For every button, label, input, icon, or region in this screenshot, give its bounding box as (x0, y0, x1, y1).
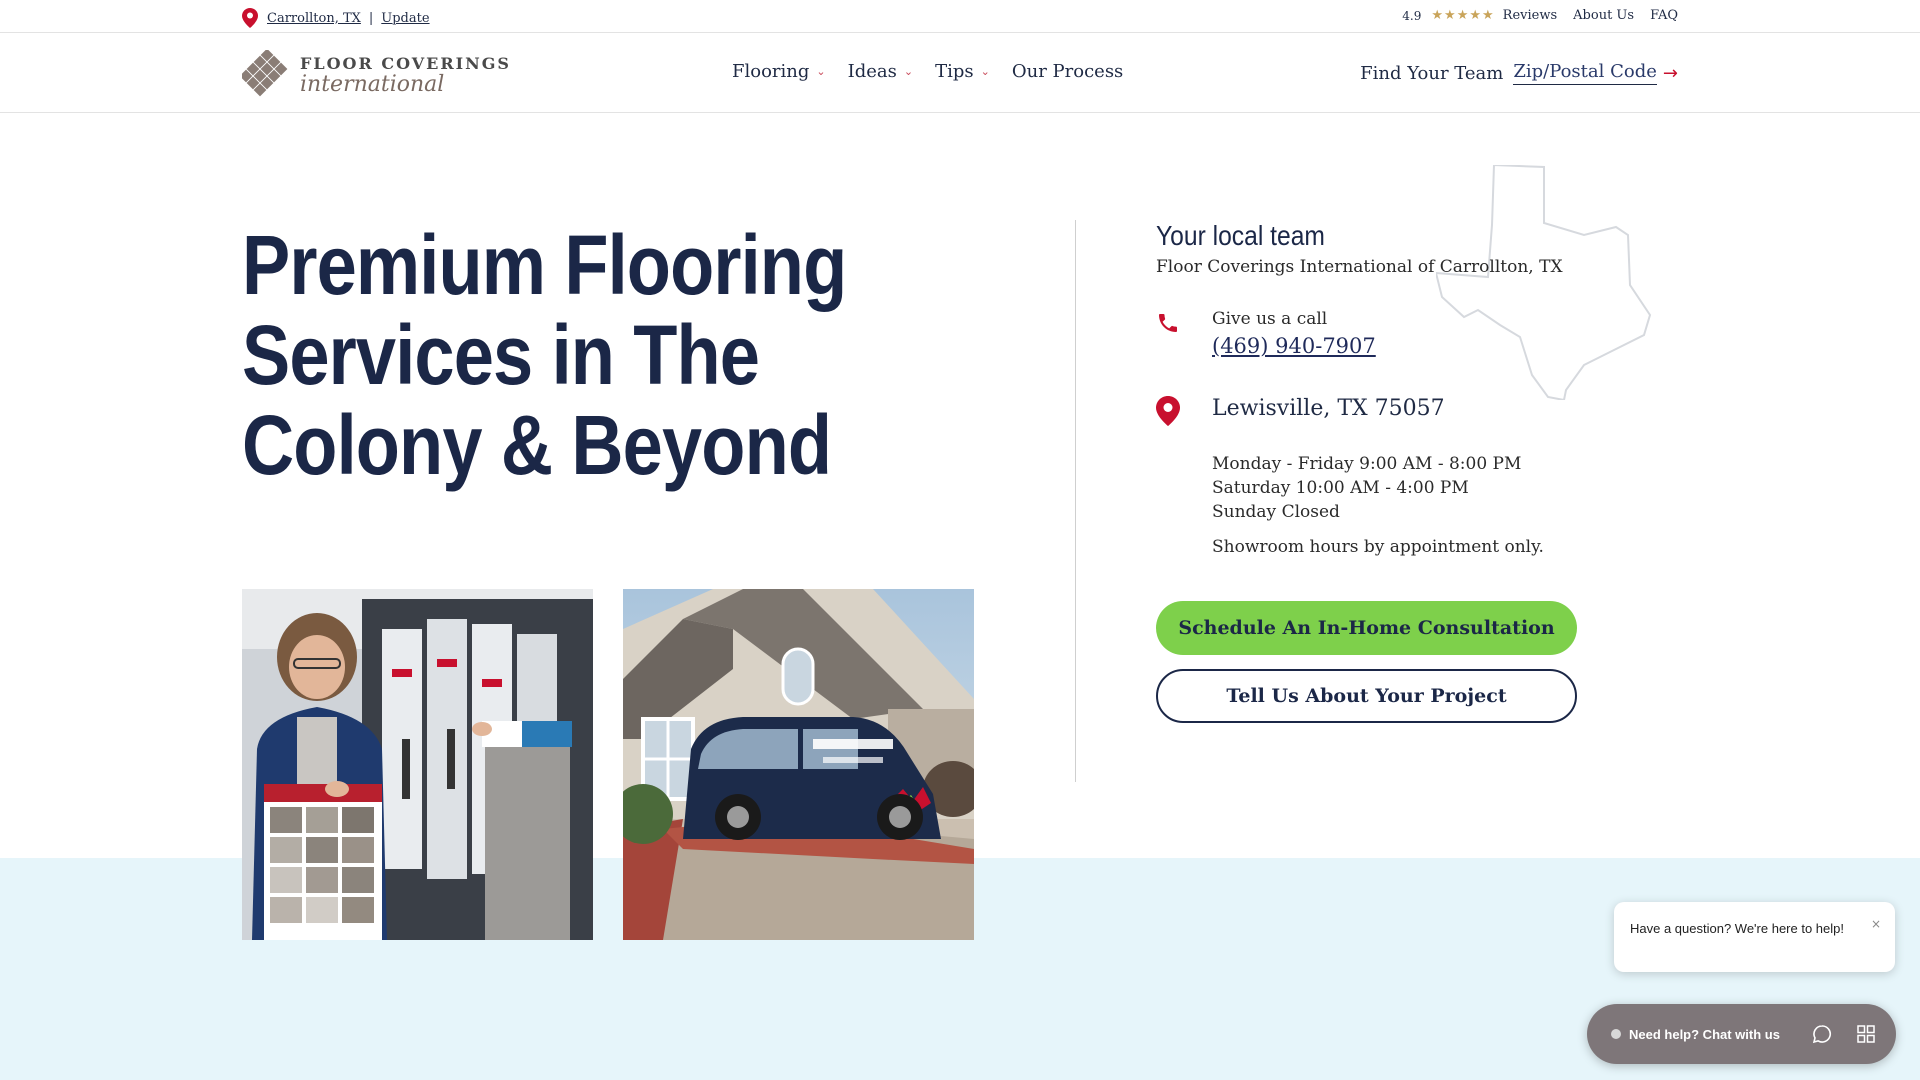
texas-outline-icon (1436, 165, 1652, 400)
find-team: Find Your Team Zip/Postal Code → (1360, 61, 1678, 85)
phone-icon (1159, 314, 1177, 332)
location-selector: Carrollton, TX | Update (242, 8, 430, 28)
chat-launcher[interactable]: Need help? Chat with us (1587, 1004, 1896, 1064)
close-icon[interactable]: × (1871, 914, 1881, 935)
schedule-consultation-button[interactable]: Schedule An In-Home Consultation (1156, 601, 1577, 655)
rating-stars: ★★★★★ (1431, 8, 1495, 23)
tell-us-project-button[interactable]: Tell Us About Your Project (1156, 669, 1577, 723)
zip-code-link[interactable]: Zip/Postal Code (1513, 61, 1657, 85)
logo-diamond-icon (242, 50, 288, 97)
utility-links: 4.9 ★★★★★ Reviews About Us FAQ (1402, 8, 1678, 23)
update-location-link[interactable]: Update (381, 11, 429, 26)
chat-status-dot (1611, 1029, 1621, 1039)
page-title: Premium Flooring Services in The Colony … (242, 218, 847, 492)
nav-item-ideas[interactable]: Ideas ⌄ (848, 61, 913, 82)
utility-bar: Carrollton, TX | Update 4.9 ★★★★★ Review… (0, 0, 1920, 33)
current-location-link[interactable]: Carrollton, TX (267, 11, 361, 26)
chat-prompt-text: Have a question? We're here to help! (1630, 921, 1844, 936)
nav-label: Flooring (732, 61, 810, 82)
location-pin-icon (242, 8, 258, 28)
photo-consultant-with-samples (242, 589, 593, 940)
nav-label: Ideas (847, 61, 897, 82)
chat-prompt-bubble[interactable]: Have a question? We're here to help! × (1614, 902, 1895, 972)
local-team-subtitle: Floor Coverings International of Carroll… (1156, 257, 1563, 277)
chevron-down-icon: ⌄ (816, 65, 826, 78)
chevron-down-icon: ⌄ (903, 65, 914, 78)
logo-text-top: FLOOR COVERINGS (300, 53, 511, 73)
main-nav: Flooring ⌄ Ideas ⌄ Tips ⌄ Our Process (732, 61, 1145, 82)
location-pin-icon (1156, 396, 1180, 426)
location-separator: | (368, 10, 374, 26)
nav-label: Tips (935, 61, 974, 82)
find-team-label: Find Your Team (1360, 62, 1504, 84)
chevron-down-icon: ⌄ (980, 65, 990, 78)
business-hours: Monday - Friday 9:00 AM - 8:00 PM Saturd… (1212, 452, 1521, 524)
chat-launcher-label: Need help? Chat with us (1629, 1026, 1780, 1042)
reviews-link[interactable]: Reviews (1503, 8, 1557, 23)
hours-saturday: Saturday 10:00 AM - 4:00 PM (1212, 478, 1469, 498)
rating-value: 4.9 (1402, 8, 1422, 23)
nav-item-our-process[interactable]: Our Process (1012, 61, 1123, 82)
hours-weekdays: Monday - Friday 9:00 AM - 8:00 PM (1212, 454, 1522, 474)
logo-text: FLOOR COVERINGS international (300, 54, 511, 97)
nav-item-tips[interactable]: Tips ⌄ (935, 61, 990, 82)
local-team-heading: Your local team (1156, 220, 1325, 251)
photo-company-van (623, 589, 974, 940)
faq-link[interactable]: FAQ (1650, 8, 1678, 23)
column-divider (1075, 220, 1076, 782)
showroom-note: Showroom hours by appointment only. (1212, 537, 1544, 557)
main-header: FLOOR COVERINGS international Flooring ⌄… (0, 33, 1920, 113)
chat-icon[interactable] (1812, 1024, 1832, 1044)
hours-sunday: Sunday Closed (1212, 502, 1340, 522)
logo-text-bottom: international (300, 71, 445, 97)
call-label: Give us a call (1212, 309, 1328, 329)
phone-number-link[interactable]: (469) 940-7907 (1212, 334, 1376, 358)
nav-label: Our Process (1011, 61, 1124, 82)
nav-item-flooring[interactable]: Flooring ⌄ (732, 61, 826, 82)
arrow-right-icon[interactable]: → (1663, 63, 1678, 84)
about-us-link[interactable]: About Us (1573, 8, 1634, 23)
site-logo[interactable]: FLOOR COVERINGS international (242, 50, 511, 100)
address: Lewisville, TX 75057 (1212, 396, 1445, 421)
apps-grid-icon[interactable] (1856, 1024, 1876, 1044)
